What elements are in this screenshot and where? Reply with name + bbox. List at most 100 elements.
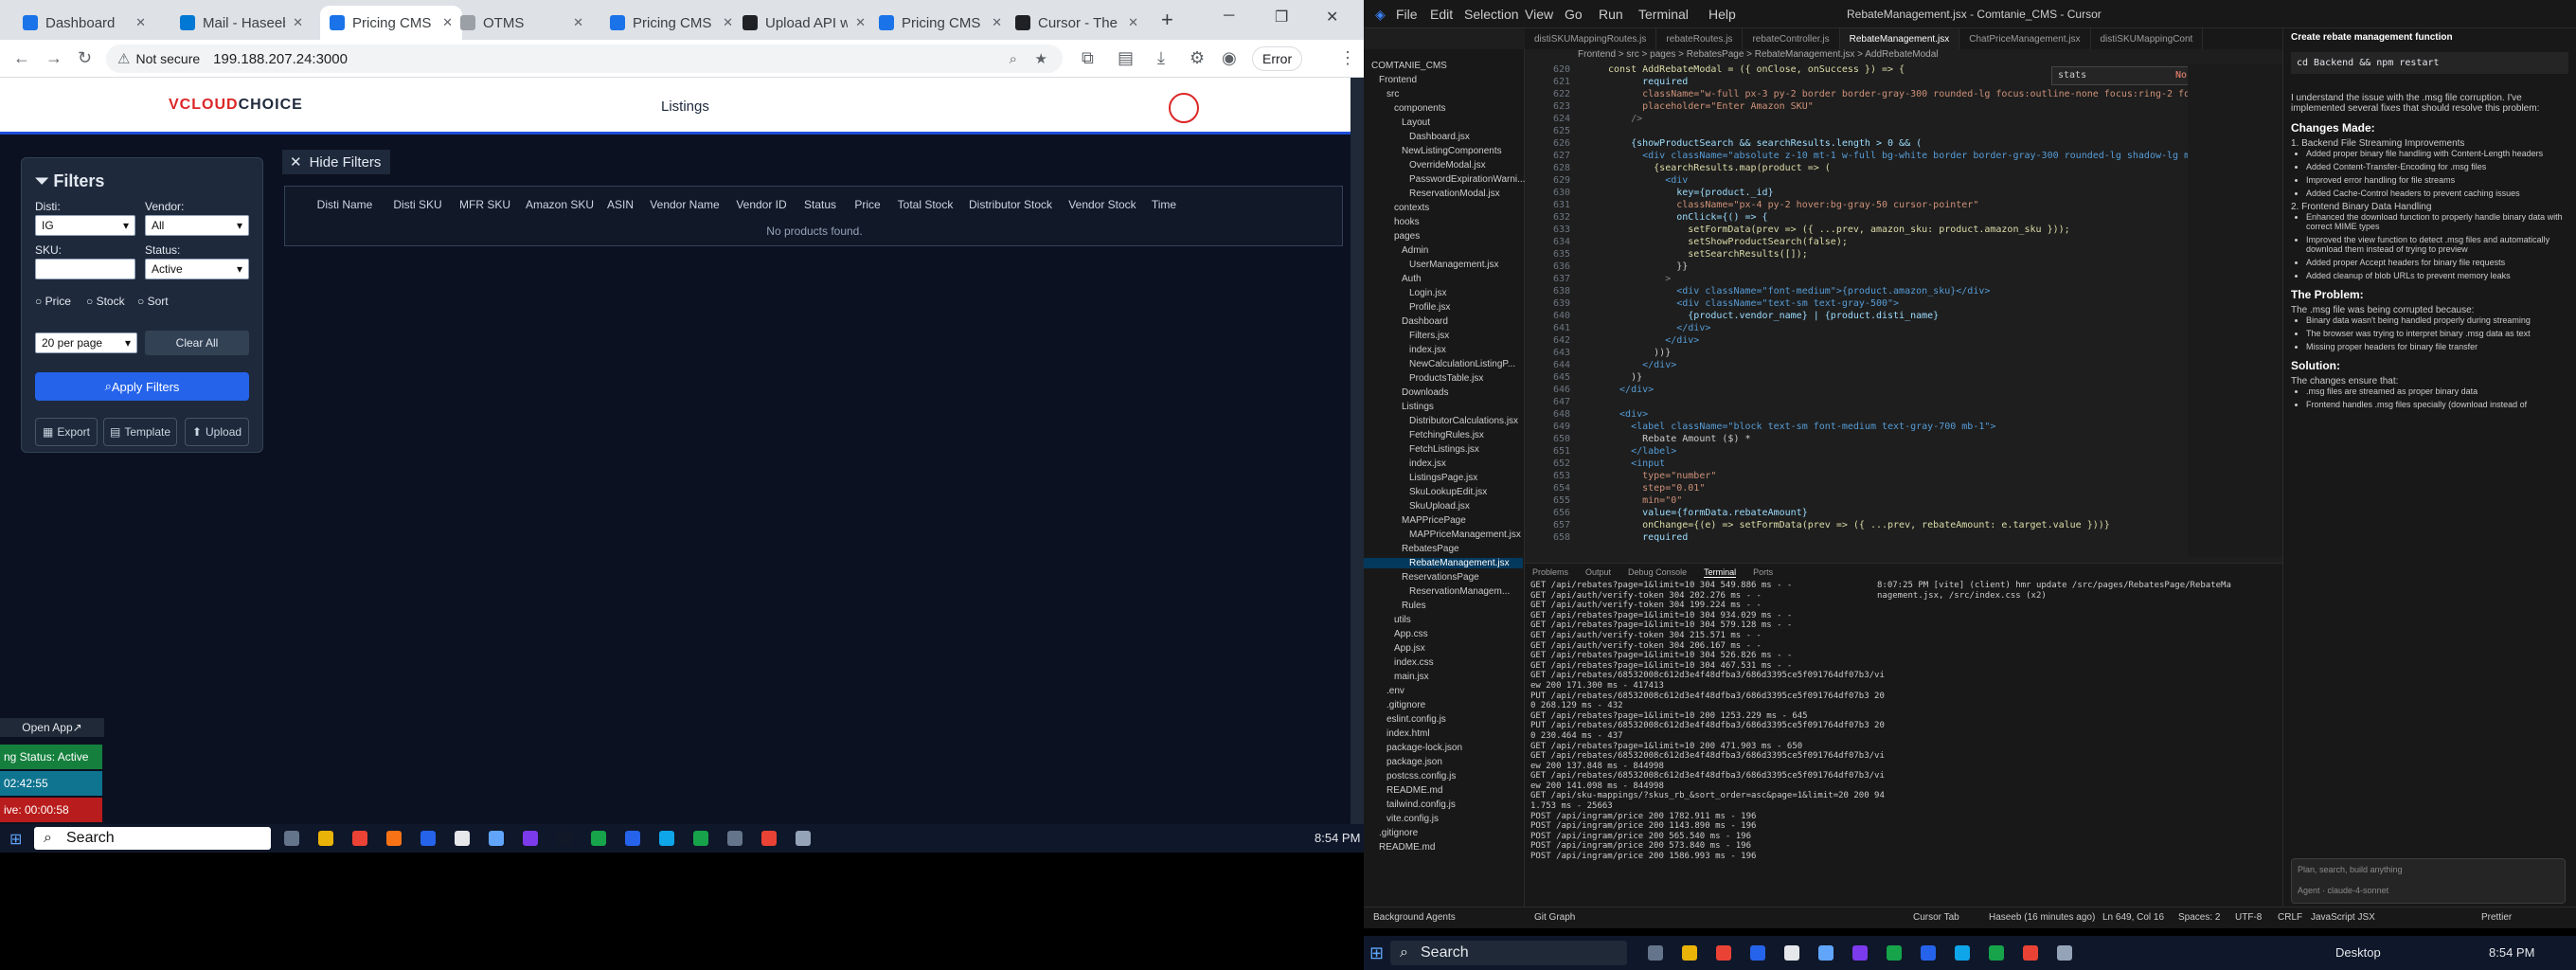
hide-filters-button[interactable]: ✕ Hide Filters: [282, 150, 390, 174]
disti-value[interactable]: IG: [42, 219, 54, 232]
taskbar-app-icon[interactable]: [523, 831, 538, 846]
explorer-item[interactable]: ListingsPage.jsx: [1364, 473, 1477, 483]
zoom-icon[interactable]: ⌕: [1010, 51, 1017, 67]
minimap[interactable]: [2188, 64, 2282, 557]
explorer-item[interactable]: Profile.jsx: [1364, 302, 1450, 313]
column-header[interactable]: Vendor ID: [728, 198, 795, 211]
logo-brand[interactable]: VCLOUD: [169, 97, 239, 113]
taskbar-app-icon[interactable]: [284, 831, 299, 846]
tab-title[interactable]: Mail - Haseeb: [203, 15, 285, 31]
radio-sort[interactable]: ○ Sort: [137, 295, 169, 308]
maximize-button[interactable]: ❐: [1275, 8, 1288, 27]
code-line[interactable]: }}: [1608, 261, 1688, 272]
code-line[interactable]: </div>: [1608, 360, 1676, 370]
windows-start-icon[interactable]: ⊞: [1369, 943, 1384, 963]
menu-item[interactable]: Help: [1708, 7, 1736, 22]
taskbar-app-icon[interactable]: [659, 831, 674, 846]
explorer-item[interactable]: .gitignore: [1364, 700, 1425, 710]
code-line[interactable]: onChange={(e) => setFormData(prev => ({ …: [1608, 520, 2110, 530]
error-label[interactable]: Error: [1262, 51, 1292, 66]
open-app-label[interactable]: Open App: [22, 721, 72, 734]
code-line[interactable]: ))}: [1608, 348, 1671, 358]
export-button[interactable]: ▦ Export: [35, 418, 98, 446]
explorer-item[interactable]: UserManagement.jsx: [1364, 260, 1498, 270]
explorer-item[interactable]: README.md: [1364, 842, 1435, 853]
taskbar-app-icon[interactable]: [1682, 945, 1697, 961]
template-button[interactable]: ▤ Template: [103, 418, 177, 446]
taskbar-search-label[interactable]: Search: [66, 830, 115, 847]
taskbar-app-icon[interactable]: [625, 831, 640, 846]
status-encoding[interactable]: UTF-8: [2235, 912, 2262, 923]
panel-tab[interactable]: Output: [1585, 567, 1611, 577]
explorer-item[interactable]: vite.config.js: [1364, 814, 1439, 824]
editor-tab[interactable]: RebateManagement.jsx: [1839, 28, 1960, 49]
windows-start-icon[interactable]: ⊞: [9, 830, 22, 849]
code-line[interactable]: {showProductSearch && searchResults.leng…: [1608, 138, 1922, 149]
browser-tab[interactable]: Pricing CMS ✕: [869, 6, 1011, 40]
explorer-item[interactable]: Layout: [1364, 117, 1430, 128]
tab-close-icon[interactable]: ✕: [992, 15, 1002, 30]
upload-label[interactable]: Upload: [206, 425, 242, 439]
code-line[interactable]: setSearchResults([]);: [1608, 249, 1807, 260]
explorer-item[interactable]: Frontend: [1364, 75, 1417, 85]
explorer-item[interactable]: main.jsx: [1364, 672, 1429, 682]
status-git-blame[interactable]: Haseeb (16 minutes ago): [1989, 912, 2095, 923]
explorer-item[interactable]: MAPPricePage: [1364, 515, 1466, 526]
explorer-item[interactable]: Rules: [1364, 601, 1426, 611]
menu-item[interactable]: Selection: [1464, 7, 1519, 22]
per-page-select[interactable]: 20 per page ▾: [35, 332, 137, 353]
column-header[interactable]: Distributor Stock: [961, 198, 1060, 211]
explorer-item[interactable]: Dashboard: [1364, 316, 1448, 327]
code-line[interactable]: </div>: [1608, 323, 1710, 333]
code-line[interactable]: <div>: [1608, 409, 1648, 420]
status-branch[interactable]: Background Agents: [1373, 912, 1456, 923]
profile-error-badge[interactable]: Error: [1252, 46, 1303, 71]
taskbar-app-icon[interactable]: [2057, 945, 2072, 961]
logo-sub[interactable]: CHOICE: [239, 97, 303, 113]
column-header[interactable]: Vendor Stock: [1060, 198, 1145, 211]
page-scrollbar[interactable]: [1351, 78, 1364, 834]
code-line[interactable]: >: [1608, 274, 1671, 284]
taskbar-app-icon[interactable]: [2023, 945, 2038, 961]
explorer-item[interactable]: App.css: [1364, 629, 1428, 639]
explorer-item[interactable]: package-lock.json: [1364, 743, 1462, 753]
bookmark-star-icon[interactable]: ★: [1035, 50, 1047, 67]
explorer-item[interactable]: ProductsTable.jsx: [1364, 373, 1483, 384]
explorer-item[interactable]: Filters.jsx: [1364, 331, 1449, 341]
browser-tab[interactable]: Pricing CMS ✕: [320, 6, 462, 40]
taskbar-app-icon[interactable]: [489, 831, 504, 846]
code-line[interactable]: onClick={() => {: [1608, 212, 1767, 223]
code-line[interactable]: type="number": [1608, 471, 1716, 481]
upload-button[interactable]: ⬆ Upload: [185, 418, 249, 446]
code-line[interactable]: required: [1608, 77, 1688, 87]
status-select[interactable]: Active ▾: [145, 259, 249, 279]
code-line[interactable]: </div>: [1608, 335, 1699, 346]
menu-item[interactable]: Run: [1599, 7, 1623, 22]
taskbar-app-icon[interactable]: [1955, 945, 1970, 961]
explorer-item[interactable]: postcss.config.js: [1364, 771, 1456, 781]
disti-select[interactable]: IG ▾: [35, 215, 135, 236]
explorer-item[interactable]: index.jsx: [1364, 458, 1446, 469]
new-tab-button[interactable]: +: [1161, 8, 1173, 32]
tab-close-icon[interactable]: ✕: [723, 15, 733, 30]
explorer-item[interactable]: package.json: [1364, 757, 1442, 767]
menu-item[interactable]: Edit: [1430, 7, 1453, 22]
reload-icon[interactable]: ↻: [78, 48, 92, 68]
browser-tab[interactable]: Mail - Haseeb ✕: [170, 6, 313, 40]
explorer-item[interactable]: contexts: [1364, 203, 1429, 213]
browser-tab[interactable]: Dashboard ✕: [13, 6, 155, 40]
omnibox[interactable]: ⚠ Not secure 199.188.207.24:3000 ⌕ ★: [106, 45, 1063, 73]
taskbar-app-icon[interactable]: [386, 831, 402, 846]
column-header[interactable]: MFR SKU: [450, 198, 520, 211]
explorer-item[interactable]: ReservationModal.jsx: [1364, 189, 1500, 199]
apply-filters-label[interactable]: Apply Filters: [112, 380, 180, 394]
panel-tab[interactable]: Problems: [1532, 567, 1568, 577]
taskbar-app-icon[interactable]: [352, 831, 367, 846]
explorer-item[interactable]: DistributorCalculations.jsx: [1364, 416, 1518, 426]
code-line[interactable]: <label className="block text-sm font-med…: [1608, 422, 1995, 432]
tab-title[interactable]: Pricing CMS: [902, 15, 984, 31]
extension-puzzle-icon[interactable]: ⚙: [1190, 48, 1205, 68]
tab-close-icon[interactable]: ✕: [135, 15, 146, 30]
column-header[interactable]: Disti Name: [304, 198, 385, 211]
vendor-value[interactable]: All: [152, 219, 164, 232]
